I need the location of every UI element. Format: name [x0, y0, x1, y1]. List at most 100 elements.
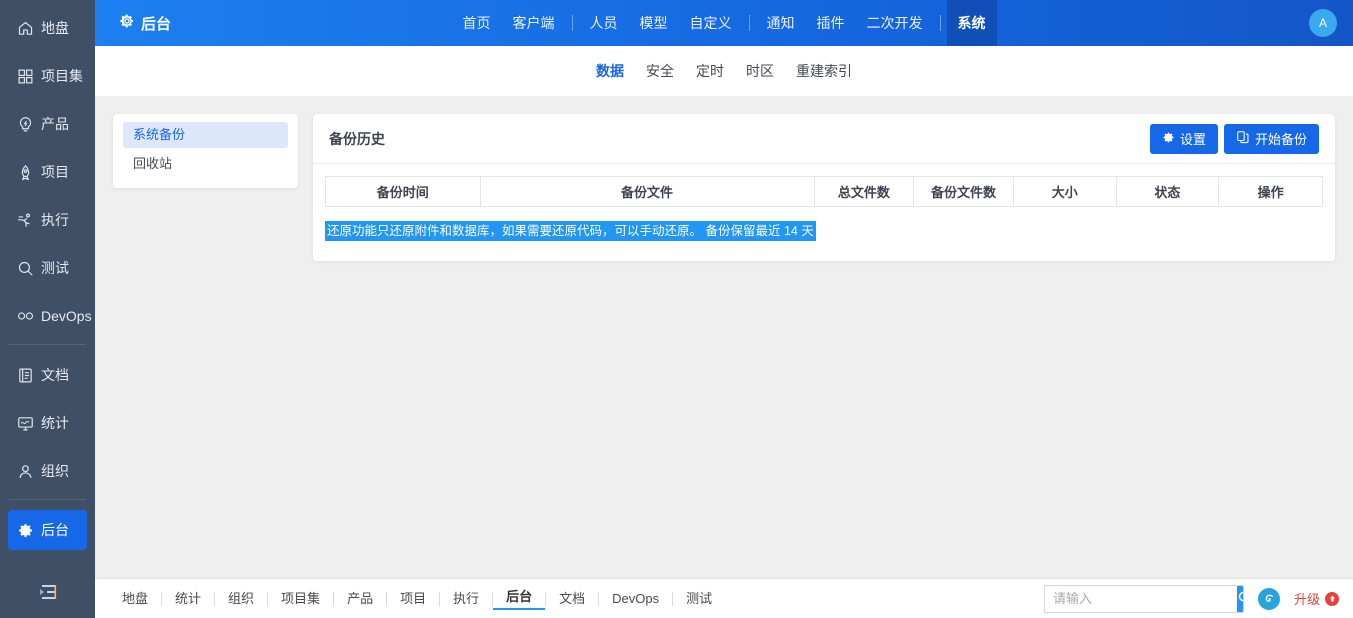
card-actions: 设置 开始备份: [1150, 124, 1319, 154]
run-icon: [17, 212, 34, 229]
bottombar-link-9[interactable]: 文档: [546, 590, 598, 608]
content-area: 系统备份回收站 备份历史 设置: [95, 96, 1353, 578]
sidebar-item-label: 项目: [41, 162, 69, 182]
bottombar-link-7[interactable]: 执行: [440, 590, 492, 608]
sidebar-item-label: 测试: [41, 258, 69, 278]
table-column-header-1: 备份时间: [326, 177, 481, 207]
top-navigation: 首页客户端人员模型自定义通知插件二次开发系统: [395, 0, 1053, 46]
tab-4[interactable]: 时区: [746, 61, 774, 81]
top-nav-item-7[interactable]: 插件: [806, 0, 856, 46]
sidebar-item-label: 项目集: [41, 66, 83, 86]
tab-3[interactable]: 定时: [696, 61, 724, 81]
left-menu-item-2[interactable]: 回收站: [123, 151, 288, 177]
top-nav-item-3[interactable]: 人员: [579, 0, 629, 46]
bulb-icon: [17, 116, 34, 133]
sidebar-item-2[interactable]: 项目集: [8, 56, 87, 96]
sidebar-item-label: 地盘: [41, 18, 69, 38]
sidebar-item-label: 统计: [41, 413, 69, 433]
table-column-header-3: 总文件数: [814, 177, 914, 207]
bottombar: 地盘统计组织项目集产品项目执行后台文档DevOps测试: [95, 578, 1353, 618]
nav-separator: [940, 15, 941, 31]
bottombar-link-10[interactable]: DevOps: [599, 590, 672, 608]
search-button[interactable]: [1237, 585, 1244, 613]
table-column-header-5: 大小: [1013, 177, 1116, 207]
sidebar-item-label: 产品: [41, 114, 69, 134]
sidebar-item-label: 文档: [41, 365, 69, 385]
sidebar-item-8[interactable]: 文档: [8, 355, 87, 395]
home-icon: [17, 20, 34, 37]
top-nav-item-2[interactable]: 客户端: [502, 0, 566, 46]
settings-button[interactable]: 设置: [1150, 124, 1218, 154]
nav-separator: [572, 15, 573, 31]
search-input[interactable]: [1045, 586, 1237, 612]
table-column-header-6: 状态: [1116, 177, 1219, 207]
bottombar-link-1[interactable]: 地盘: [109, 590, 161, 608]
top-nav-item-6[interactable]: 通知: [756, 0, 806, 46]
topbar-right: A: [1053, 9, 1353, 37]
sidebar-item-label: 组织: [41, 461, 69, 481]
bottombar-link-2[interactable]: 统计: [162, 590, 214, 608]
table-column-header-7: 操作: [1219, 177, 1323, 207]
app-root: 地盘项目集产品项目执行测试DevOps文档统计组织后台: [0, 0, 1353, 618]
copy-files-icon: [1236, 130, 1250, 147]
topbar: 后台 首页客户端人员模型自定义通知插件二次开发系统 A: [95, 0, 1353, 46]
top-nav-item-9[interactable]: 系统: [947, 0, 997, 46]
bottombar-links: 地盘统计组织项目集产品项目执行后台文档DevOps测试: [109, 588, 725, 610]
left-menu-panel: 系统备份回收站: [113, 114, 298, 188]
app-logo-icon[interactable]: [1258, 588, 1280, 610]
sidebar: 地盘项目集产品项目执行测试 DevOps 文档统计组织后台: [0, 0, 95, 618]
sidebar-item-9[interactable]: 统计: [8, 403, 87, 443]
bottombar-link-11[interactable]: 测试: [673, 590, 725, 608]
sidebar-item-11[interactable]: 后台: [8, 510, 87, 550]
upgrade-button[interactable]: 升级: [1294, 589, 1339, 608]
gear-icon: [1162, 131, 1175, 147]
arrow-up-icon: [1325, 592, 1339, 606]
tab-1[interactable]: 数据: [596, 61, 624, 81]
rocket-icon: [17, 164, 34, 181]
top-nav-item-4[interactable]: 模型: [629, 0, 679, 46]
bottombar-right: 升级: [1044, 585, 1339, 613]
top-nav-item-1[interactable]: 首页: [452, 0, 502, 46]
brand[interactable]: 后台: [95, 13, 395, 34]
sidebar-item-7[interactable]: DevOps: [8, 296, 87, 336]
sidebar-item-4[interactable]: 项目: [8, 152, 87, 192]
sidebar-item-label: 执行: [41, 210, 69, 230]
sidebar-item-10[interactable]: 组织: [8, 451, 87, 491]
sidebar-item-6[interactable]: 测试: [8, 248, 87, 288]
sidebar-collapse-button[interactable]: [0, 570, 95, 618]
bottombar-link-6[interactable]: 项目: [387, 590, 439, 608]
document-icon: [17, 367, 34, 384]
card-header: 备份历史 设置: [313, 114, 1335, 164]
tab-5[interactable]: 重建索引: [796, 61, 852, 81]
chart-monitor-icon: [17, 415, 34, 432]
magnifier-icon: [17, 260, 34, 277]
table-column-header-2: 备份文件: [480, 177, 814, 207]
nav-separator: [749, 15, 750, 31]
page-title: 备份历史: [329, 129, 385, 149]
sidebar-item-5[interactable]: 执行: [8, 200, 87, 240]
start-backup-button[interactable]: 开始备份: [1224, 124, 1319, 154]
upgrade-label: 升级: [1294, 589, 1320, 608]
sidebar-item-3[interactable]: 产品: [8, 104, 87, 144]
left-menu-item-1[interactable]: 系统备份: [123, 122, 288, 148]
sidebar-item-1[interactable]: 地盘: [8, 8, 87, 48]
top-nav-item-5[interactable]: 自定义: [679, 0, 743, 46]
bottombar-link-3[interactable]: 组织: [215, 590, 267, 608]
bottombar-link-4[interactable]: 项目集: [268, 590, 333, 608]
top-nav-item-8[interactable]: 二次开发: [856, 0, 934, 46]
avatar[interactable]: A: [1309, 9, 1337, 37]
note-row: 还原功能只还原附件和数据库，如果需要还原代码，可以手动还原。 备份保留最近 14…: [313, 207, 1335, 241]
bottombar-link-8[interactable]: 后台: [493, 588, 545, 610]
collapse-menu-icon: [38, 584, 58, 605]
search-box: [1044, 585, 1244, 613]
backup-history-table: 备份时间备份文件总文件数备份文件数大小状态操作: [325, 176, 1323, 207]
bottombar-link-5[interactable]: 产品: [334, 590, 386, 608]
settings-button-label: 设置: [1180, 129, 1206, 148]
table-header-row: 备份时间备份文件总文件数备份文件数大小状态操作: [326, 177, 1323, 207]
table-column-header-4: 备份文件数: [914, 177, 1014, 207]
tab-2[interactable]: 安全: [646, 61, 674, 81]
sub-navigation: 数据 安全 定时 时区 重建索引: [95, 46, 1353, 96]
user-icon: [17, 463, 34, 480]
grid-icon: [17, 68, 34, 85]
sidebar-item-label: 后台: [41, 520, 69, 540]
